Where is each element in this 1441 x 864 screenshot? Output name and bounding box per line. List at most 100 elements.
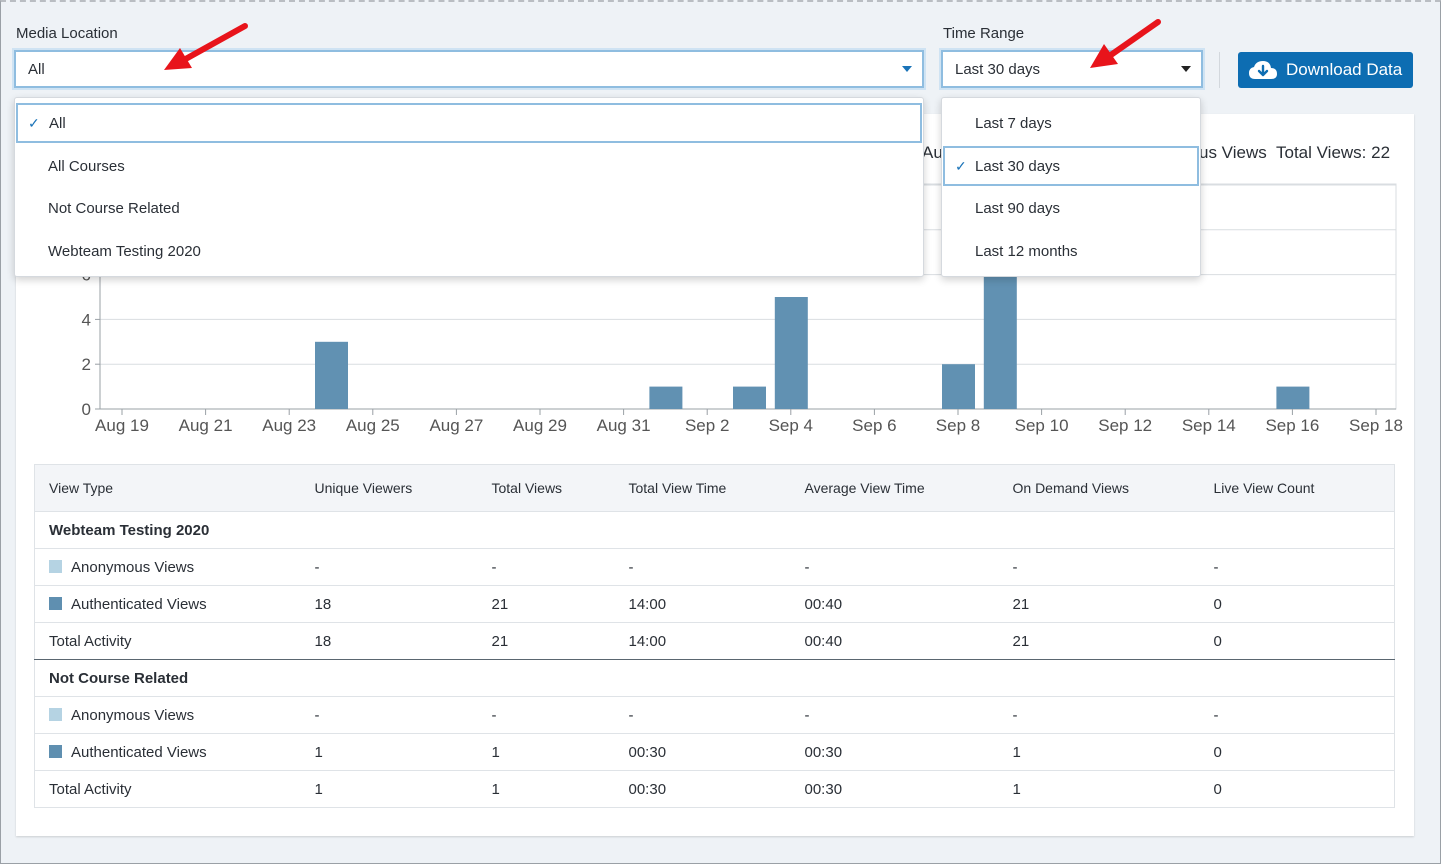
bar — [315, 341, 348, 409]
x-tick-label: Sep 14 — [1182, 416, 1236, 435]
view-type-cell: Authenticated Views — [34, 733, 315, 771]
menu-option-webteam-testing-2020[interactable]: Webteam Testing 2020 — [15, 231, 923, 271]
view-type-label: Authenticated Views — [71, 743, 207, 761]
view-type-cell: Anonymous Views — [34, 696, 315, 734]
table-cell: - — [628, 548, 805, 586]
table-cell: - — [314, 548, 492, 586]
table-row: Anonymous Views - - - - - - — [34, 696, 1395, 734]
table-cell: - — [1012, 696, 1214, 734]
menu-option-not-course-related[interactable]: Not Course Related — [15, 188, 923, 228]
view-type-cell: Total Activity — [34, 770, 315, 808]
table-cell: 00:30 — [804, 733, 1013, 771]
table-cell: 00:30 — [804, 770, 1013, 808]
col-total-views: Total Views — [491, 464, 629, 512]
table-cell: - — [1213, 548, 1395, 586]
table-cell: 0 — [1213, 770, 1395, 808]
col-total-view-time: Total View Time — [628, 464, 805, 512]
authenticated-swatch — [49, 744, 62, 758]
anonymous-swatch — [49, 559, 62, 573]
table-cell: - — [314, 696, 492, 734]
x-tick-label: Sep 6 — [852, 416, 896, 435]
col-live-view-count: Live View Count — [1213, 464, 1395, 512]
col-unique-viewers: Unique Viewers — [314, 464, 492, 512]
table-group-row: Webteam Testing 2020 — [34, 511, 1395, 549]
table-cell: - — [804, 548, 1013, 586]
view-type-cell: Total Activity — [34, 622, 315, 660]
col-on-demand-views: On Demand Views — [1012, 464, 1214, 512]
table-cell: - — [491, 696, 629, 734]
table-row: Authenticated Views 1 1 00:30 00:30 1 0 — [34, 733, 1395, 771]
option-label: Last 7 days — [975, 114, 1052, 132]
table-cell: 00:40 — [804, 622, 1013, 660]
menu-option-all[interactable]: ✓ All — [16, 103, 922, 143]
table-group-row: Not Course Related — [34, 659, 1395, 697]
x-tick-label: Aug 31 — [597, 416, 651, 435]
menu-option-all-courses[interactable]: All Courses — [15, 146, 923, 186]
view-type-label: Anonymous Views — [71, 558, 195, 576]
time-range-menu: Last 7 days ✓ Last 30 days Last 90 days … — [941, 97, 1201, 277]
table-cell: 00:40 — [804, 585, 1013, 623]
table-row: Total Activity 18 21 14:00 00:40 21 0 — [34, 622, 1395, 660]
annotation-arrow-icon — [164, 23, 248, 70]
view-type-label: Total Activity — [49, 632, 132, 650]
table-row: Authenticated Views 18 21 14:00 00:40 21 0 — [34, 585, 1395, 623]
bar — [649, 386, 683, 409]
option-label: Last 90 days — [975, 199, 1061, 217]
bar — [774, 297, 808, 409]
menu-option-last-12-months[interactable]: Last 12 months — [942, 231, 1200, 271]
table-row: Anonymous Views - - - - - - — [34, 548, 1395, 586]
table-cell: 21 — [1012, 585, 1214, 623]
table-header-row: View Type Unique Viewers Total Views Tot… — [34, 464, 1395, 512]
table-cell: 0 — [1213, 585, 1395, 623]
table-cell: 21 — [491, 585, 629, 623]
bar — [733, 386, 766, 409]
y-tick-label: 2 — [82, 355, 91, 374]
table-cell: 18 — [314, 585, 492, 623]
x-tick-label: Sep 4 — [769, 416, 813, 435]
option-label: All Courses — [48, 157, 125, 175]
table-cell: 21 — [491, 622, 629, 660]
table-cell: 1 — [314, 733, 492, 771]
group-title: Webteam Testing 2020 — [34, 511, 1395, 549]
view-type-label: Anonymous Views — [71, 706, 195, 724]
view-type-cell: Authenticated Views — [34, 585, 315, 623]
x-tick-label: Sep 12 — [1098, 416, 1152, 435]
view-type-label: Total Activity — [49, 780, 132, 798]
table-cell: 18 — [314, 622, 492, 660]
table-cell: 1 — [491, 770, 629, 808]
x-tick-label: Sep 10 — [1015, 416, 1069, 435]
option-label: Not Course Related — [48, 199, 180, 217]
menu-option-last-30-days[interactable]: ✓ Last 30 days — [943, 146, 1199, 186]
view-type-label: Authenticated Views — [71, 595, 207, 613]
x-tick-label: Sep 16 — [1265, 416, 1319, 435]
menu-option-last-7-days[interactable]: Last 7 days — [942, 103, 1200, 143]
x-tick-label: Aug 21 — [179, 416, 233, 435]
option-label: All — [49, 114, 66, 132]
table-cell: 0 — [1213, 733, 1395, 771]
annotation-arrow-icon — [1090, 19, 1161, 68]
table-cell: - — [804, 696, 1013, 734]
group-title: Not Course Related — [34, 659, 1395, 697]
x-tick-label: Aug 25 — [346, 416, 400, 435]
bar — [942, 364, 975, 409]
x-tick-label: Sep 2 — [685, 416, 729, 435]
table-cell: - — [628, 696, 805, 734]
views-table: View Type Unique Viewers Total Views Tot… — [34, 464, 1395, 808]
view-type-cell: Anonymous Views — [34, 548, 315, 586]
x-tick-label: Sep 8 — [936, 416, 980, 435]
bar — [1276, 386, 1310, 409]
table-cell: 1 — [491, 733, 629, 771]
y-tick-label: 4 — [82, 310, 91, 329]
table-row: Total Activity 1 1 00:30 00:30 1 0 — [34, 770, 1395, 808]
table-cell: 00:30 — [628, 770, 805, 808]
table-cell: - — [491, 548, 629, 586]
menu-option-last-90-days[interactable]: Last 90 days — [942, 188, 1200, 228]
anonymous-swatch — [49, 707, 62, 721]
table-cell: 1 — [314, 770, 492, 808]
table-cell: - — [1213, 696, 1395, 734]
x-tick-label: Aug 19 — [95, 416, 149, 435]
x-tick-label: Sep 18 — [1349, 416, 1403, 435]
x-tick-label: Aug 23 — [262, 416, 316, 435]
check-icon: ✓ — [955, 157, 967, 174]
table-cell: 14:00 — [628, 622, 805, 660]
